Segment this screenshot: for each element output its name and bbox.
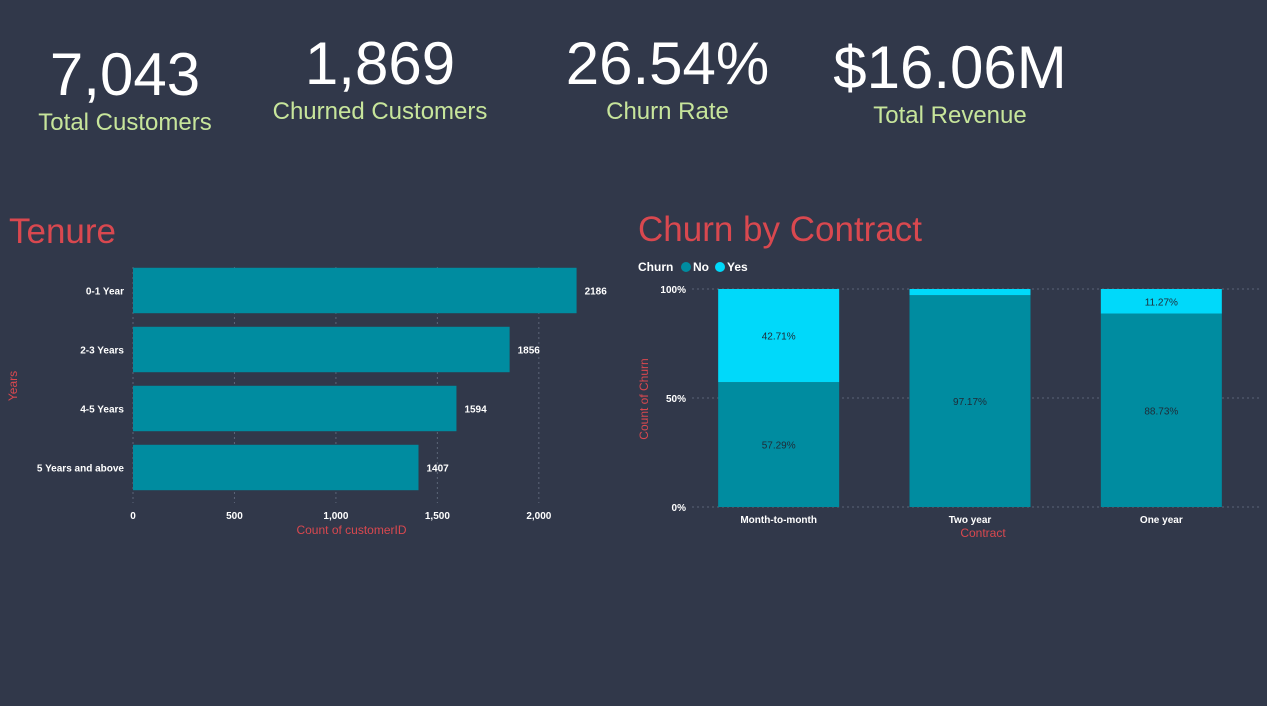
y-tick-label: 4-5 Years: [80, 405, 124, 416]
tenure-bar: [133, 444, 419, 491]
kpi-total-customers: 7,043 Total Customers: [25, 45, 225, 137]
y-tick-label: 100%: [660, 285, 686, 296]
data-label: 1856: [518, 346, 541, 357]
legend-title: Churn: [638, 260, 673, 274]
kpi-total-revenue: $16.06M Total Revenue: [825, 38, 1075, 130]
contract-chart-title: Churn by Contract: [638, 210, 923, 249]
tenure-bar: [133, 385, 457, 432]
segment-label: 88.73%: [1144, 406, 1178, 417]
tenure-chart-title: Tenure: [9, 212, 117, 251]
kpi-label: Total Customers: [38, 109, 212, 136]
legend-label-yes: Yes: [727, 260, 748, 274]
kpi-value: 7,043: [49, 41, 201, 108]
tenure-chart: 0 500 1,000 1,500 2,000 0-1 Year 2186 2-3 Years…: [6, 267, 608, 537]
y-tick-label: 0%: [672, 503, 687, 514]
legend-label-no: No: [693, 260, 709, 274]
data-label: 1594: [464, 405, 487, 416]
x-tick-label: 500: [226, 511, 243, 522]
kpi-value: 1,869: [304, 30, 456, 97]
y-axis-title: Count of Churn: [637, 358, 651, 439]
x-tick-label: 1,000: [323, 511, 348, 522]
kpi-label: Churned Customers: [272, 98, 488, 125]
legend-marker-no: [681, 262, 691, 272]
data-label: 1407: [427, 464, 450, 475]
kpi-value: 26.54%: [565, 30, 770, 97]
y-axis-title: Years: [6, 371, 20, 401]
x-tick-label: Two year: [949, 515, 992, 526]
x-axis-title: Count of customerID: [296, 523, 406, 537]
x-tick-label: 0: [130, 511, 136, 522]
kpi-value: $16.06M: [833, 34, 1067, 101]
data-label: 2186: [585, 287, 608, 298]
tenure-bar: [133, 326, 510, 373]
y-tick-label: 2-3 Years: [80, 346, 124, 357]
legend-marker-yes: [715, 262, 725, 272]
segment-label: 42.71%: [762, 332, 796, 343]
x-axis-title: Contract: [960, 526, 1006, 540]
x-tick-label: 2,000: [526, 511, 551, 522]
kpi-churn-rate: 26.54% Churn Rate: [555, 34, 780, 126]
y-tick-label: 5 Years and above: [37, 464, 125, 475]
y-tick-label: 50%: [666, 394, 686, 405]
tenure-bar: [133, 267, 577, 314]
contract-chart: Churn No Yes 0% 50% 100% 57.29% 42.71% Month-to-…: [637, 260, 1260, 540]
x-tick-label: Month-to-month: [740, 515, 817, 526]
stack-segment-yes: [909, 289, 1031, 296]
y-tick-label: 0-1 Year: [86, 287, 124, 298]
segment-label: 97.17%: [953, 397, 987, 408]
x-tick-label: 1,500: [425, 511, 450, 522]
kpi-label: Churn Rate: [606, 98, 729, 125]
segment-label: 57.29%: [762, 441, 796, 452]
segment-label: 11.27%: [1145, 297, 1178, 308]
kpi-label: Total Revenue: [873, 102, 1027, 129]
kpi-churned-customers: 1,869 Churned Customers: [255, 34, 505, 126]
x-tick-label: One year: [1140, 515, 1183, 526]
